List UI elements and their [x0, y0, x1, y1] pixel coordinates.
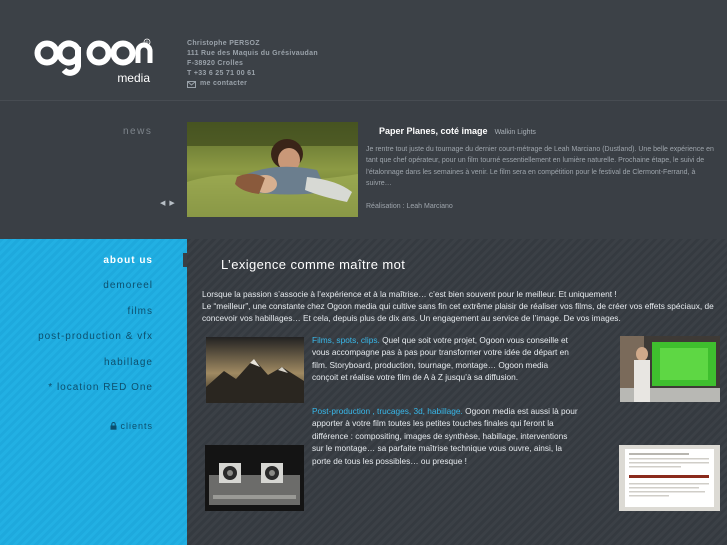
nav-item-films[interactable]: films	[38, 306, 153, 331]
intro-paragraph-1: Lorsque la passion s’associe à l’expérie…	[202, 289, 617, 299]
nav-item-about-us[interactable]: about us	[38, 255, 153, 280]
page-title: L’exigence comme maître mot	[221, 257, 406, 272]
clients-link[interactable]: clients	[110, 421, 153, 431]
envelope-icon	[187, 80, 196, 88]
news-photo-image	[187, 122, 358, 217]
news-subtitle: Walkin Lights	[494, 129, 536, 136]
news-photo[interactable]	[187, 122, 358, 217]
news-title-row: Paper Planes, coté image Walkin Lights	[379, 126, 714, 136]
contact-mail-label: me contacter	[200, 80, 248, 87]
main-menu: about us demoreel films post-production …	[38, 255, 153, 407]
service-post-prod-heading: Post-production , trucages, 3d, habillag…	[312, 406, 463, 416]
site-header: ® media Christophe PERSOZ 111 Rue des Ma…	[0, 0, 727, 100]
news-credit: Réalisation : Leah Marciano	[366, 202, 453, 210]
clients-label: clients	[120, 421, 153, 431]
contact-phone: T +33 6 25 71 00 61	[187, 70, 256, 77]
news-text: Je rentre tout juste du tournage du dern…	[366, 146, 714, 188]
news-next-arrow-icon[interactable]: ▶	[169, 199, 174, 207]
lock-icon	[110, 422, 117, 430]
ogoon-media-logo[interactable]: ® media	[34, 36, 154, 88]
mountains-image	[206, 337, 304, 403]
service-films-heading: Films, spots, clips.	[312, 335, 380, 345]
thumb-mountains	[206, 337, 304, 403]
thumb-editing-machine	[205, 445, 304, 511]
contact-name: Christophe PERSOZ	[187, 40, 260, 47]
editing-machine-image	[205, 445, 304, 511]
service-films-block: Films, spots, clips. Quel que soit votre…	[312, 334, 572, 384]
contact-street: 111 Rue des Maquis du Grésivaudan	[187, 50, 318, 57]
nav-item-habillage[interactable]: habillage	[38, 357, 153, 382]
thumb-greenscreen	[620, 336, 720, 402]
service-post-prod-block: Post-production , trucages, 3d, habillag…	[312, 405, 580, 467]
intro-paragraph-2: Le “meilleur”, une constante chez Ogoon …	[202, 301, 714, 323]
news-arrows: ◀ ▶	[160, 199, 175, 207]
contact-city: F-38920 Crolles	[187, 60, 244, 67]
nav-item-post-production[interactable]: post-production & vfx	[38, 331, 153, 356]
nav-item-location-red-one[interactable]: * location RED One	[38, 382, 153, 407]
contact-mail-link[interactable]: me contacter	[187, 79, 318, 89]
nav-item-demoreel[interactable]: demoreel	[38, 280, 153, 305]
news-label: news	[123, 126, 153, 137]
intro-text: Lorsque la passion s’associe à l’expérie…	[202, 288, 727, 324]
sidebar-nav: about us demoreel films post-production …	[0, 239, 187, 545]
news-prev-arrow-icon[interactable]: ◀	[160, 199, 165, 207]
greenscreen-image	[620, 336, 720, 402]
news-title[interactable]: Paper Planes, coté image	[379, 126, 488, 136]
logo-image: ® media	[34, 38, 153, 85]
contact-block: Christophe PERSOZ 111 Rue des Maquis du …	[187, 39, 318, 89]
trademark-sign: ®	[146, 40, 149, 45]
document-image	[619, 445, 720, 511]
news-content: Paper Planes, coté image Walkin Lights J…	[366, 126, 714, 210]
thumb-document	[619, 445, 720, 511]
main-content: L’exigence comme maître mot Lorsque la p…	[187, 239, 727, 545]
logo-media-text: media	[117, 71, 150, 85]
